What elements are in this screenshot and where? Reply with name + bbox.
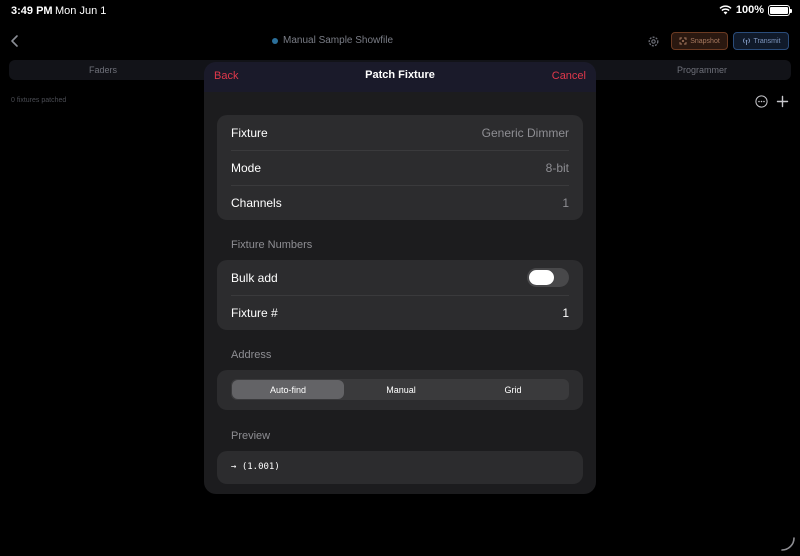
tab-programmer[interactable]: Programmer	[677, 65, 727, 75]
cancel-button[interactable]: Cancel	[552, 70, 586, 82]
preview-text: → (1.001)	[231, 462, 280, 472]
antenna-icon	[742, 38, 750, 45]
modal-title: Patch Fixture	[365, 69, 435, 81]
mode-row[interactable]: Mode 8-bit	[231, 150, 569, 185]
patch-fixture-modal: Back Patch Fixture Cancel Fixture Generi…	[204, 62, 596, 494]
status-indicators: 100%	[719, 4, 792, 16]
toggle-knob	[529, 270, 554, 285]
address-mode-segmented-control: Auto-find Manual Grid	[231, 379, 569, 400]
status-date: Mon Jun 1	[55, 5, 107, 17]
fixtures-patched-count: 0 fixtures patched	[11, 97, 67, 104]
fixture-number-value[interactable]: 1	[562, 306, 569, 320]
status-time: 3:49 PM	[11, 5, 53, 17]
channels-value: 1	[562, 196, 569, 210]
transmit-label: Transmit	[753, 37, 781, 45]
showfile-title-text: Manual Sample Showfile	[283, 35, 394, 46]
mode-label: Mode	[231, 161, 262, 175]
address-section-label: Address	[231, 349, 272, 361]
top-navbar: Manual Sample Showfile Snapshot Transmit	[0, 22, 800, 60]
address-option-auto-find[interactable]: Auto-find	[232, 380, 344, 399]
preview-group: → (1.001)	[217, 451, 583, 484]
snapshot-label: Snapshot	[690, 37, 720, 45]
status-bar: 3:49 PM Mon Jun 1 100%	[0, 0, 800, 22]
bulk-add-toggle[interactable]	[527, 268, 569, 287]
fixture-value: Generic Dimmer	[481, 125, 569, 140]
channels-label: Channels	[231, 196, 282, 210]
back-chevron-icon[interactable]	[8, 34, 22, 48]
more-options-icon[interactable]	[755, 95, 768, 108]
battery-icon	[768, 4, 792, 16]
address-group: Auto-find Manual Grid	[217, 370, 583, 410]
bulk-add-row: Bulk add	[231, 260, 569, 295]
fixture-numbers-section-label: Fixture Numbers	[231, 239, 313, 251]
fixture-settings-group: Fixture Generic Dimmer Mode 8-bit Channe…	[217, 115, 583, 220]
showfile-title: Manual Sample Showfile	[272, 35, 393, 46]
status-dot-icon	[272, 37, 278, 44]
snapshot-button[interactable]: Snapshot	[671, 32, 728, 50]
modal-header: Back Patch Fixture Cancel	[204, 62, 596, 92]
fixture-number-label: Fixture #	[231, 306, 278, 320]
mode-value: 8-bit	[545, 161, 569, 175]
preview-section-label: Preview	[231, 430, 271, 442]
battery-percent: 100%	[735, 4, 764, 16]
snapshot-icon	[679, 37, 687, 45]
channels-row: Channels 1	[231, 185, 569, 220]
fixture-number-row[interactable]: Fixture # 1	[231, 295, 569, 330]
add-fixture-icon[interactable]	[776, 95, 789, 108]
wifi-icon	[719, 5, 732, 15]
fixture-row[interactable]: Fixture Generic Dimmer	[231, 115, 569, 150]
address-option-manual[interactable]: Manual	[345, 379, 457, 400]
bulk-add-label: Bulk add	[231, 270, 278, 285]
resize-handle-icon[interactable]	[780, 536, 796, 552]
fixture-numbers-group: Bulk add Fixture # 1	[217, 260, 583, 330]
fixture-label: Fixture	[231, 125, 268, 140]
address-option-grid[interactable]: Grid	[457, 379, 569, 400]
gear-icon[interactable]	[647, 35, 660, 48]
tab-faders[interactable]: Faders	[89, 65, 117, 75]
transmit-button[interactable]: Transmit	[733, 32, 789, 50]
